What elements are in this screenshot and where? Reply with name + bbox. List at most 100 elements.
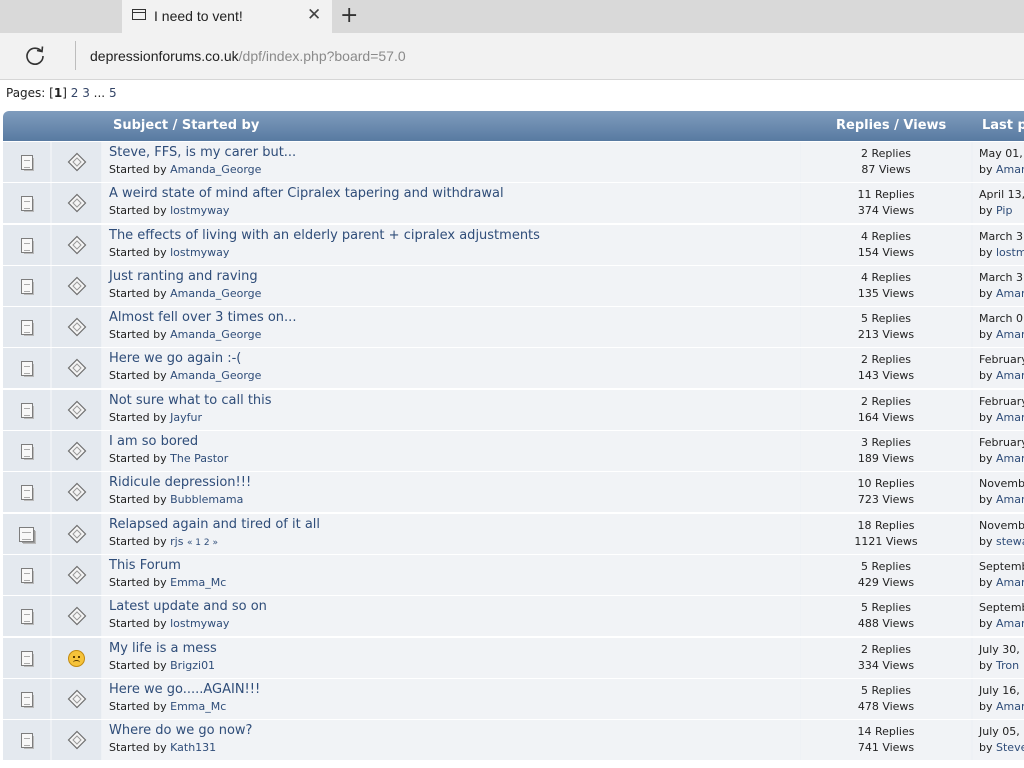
topic-author-link[interactable]: Brigzi01 <box>170 659 215 672</box>
last-post-date[interactable]: July 16, <box>979 684 1020 697</box>
tab-title: I need to vent! <box>154 8 243 24</box>
last-post-date[interactable]: July 30, <box>979 643 1020 656</box>
topic-post-icon-cell <box>52 678 101 719</box>
topic-author-link[interactable]: Amanda_George <box>170 163 261 176</box>
header-replies-views[interactable]: Replies / Views <box>836 118 946 133</box>
started-by-label: Started by <box>109 575 167 589</box>
topic-title-link[interactable]: Almost fell over 3 times on... <box>109 310 296 325</box>
topic-author-link[interactable]: Emma_Mc <box>170 576 226 589</box>
last-post-by: by Tron <box>979 659 1019 672</box>
topic-title-link[interactable]: Steve, FFS, is my carer but... <box>109 145 296 160</box>
last-post-by: by Steve <box>979 741 1024 754</box>
topic-stats-cell: 4 Replies 154 Views <box>801 224 971 265</box>
last-post-date[interactable]: July 05, <box>979 725 1020 738</box>
topic-started-by: Started by Bubblemama <box>109 493 243 506</box>
topic-mini-pages[interactable]: « 1 2 » <box>187 538 218 548</box>
topic-author-link[interactable]: Amanda_George <box>170 287 261 300</box>
topic-title-link[interactable]: Here we go again :-( <box>109 351 241 366</box>
topic-last-post-cell: March 3 by Amar <box>973 265 1024 306</box>
last-post-date[interactable]: May 01, <box>979 147 1023 160</box>
last-post-date[interactable]: Septemb <box>979 601 1024 614</box>
browser-tab[interactable]: I need to vent! ✕ <box>122 0 332 33</box>
close-icon[interactable]: ✕ <box>307 5 321 25</box>
topic-title-link[interactable]: This Forum <box>109 558 181 573</box>
last-post-date[interactable]: March 3 <box>979 271 1023 284</box>
topic-title-link[interactable]: A weird state of mind after Cipralex tap… <box>109 186 504 201</box>
topic-author-link[interactable]: rjs <box>170 535 183 548</box>
topic-title-link[interactable]: My life is a mess <box>109 641 217 656</box>
topic-icon <box>21 485 33 501</box>
last-post-author-link[interactable]: Amar <box>996 411 1024 424</box>
pagination-page[interactable]: 3 <box>82 86 90 100</box>
last-post-date[interactable]: Septemb <box>979 560 1024 573</box>
topic-post-icon-cell <box>52 265 101 306</box>
last-post-date[interactable]: February <box>979 436 1024 449</box>
topic-title-link[interactable]: The effects of living with an elderly pa… <box>109 228 540 243</box>
last-post-author-link[interactable]: Amar <box>996 163 1024 176</box>
last-post-author-link[interactable]: Amar <box>996 452 1024 465</box>
topic-post-icon-cell <box>52 348 101 389</box>
topic-title-link[interactable]: Relapsed again and tired of it all <box>109 517 320 532</box>
last-post-author-link[interactable]: lostm <box>996 246 1024 259</box>
topic-author-link[interactable]: Emma_Mc <box>170 700 226 713</box>
header-last-post[interactable]: Last p <box>982 118 1024 133</box>
last-post-date[interactable]: February <box>979 353 1024 366</box>
topic-author-link[interactable]: Bubblemama <box>170 493 243 506</box>
topic-icon <box>21 320 33 336</box>
topic-title-link[interactable]: Not sure what to call this <box>109 393 272 408</box>
last-post-author-link[interactable]: Pip <box>996 204 1012 217</box>
topic-started-by: Started by lostmyway <box>109 204 229 217</box>
table-header: Subject / Started by Replies / Views Las… <box>3 111 1024 141</box>
last-post-date[interactable]: March 0 <box>979 312 1023 325</box>
table-row: Just ranting and raving Started by Amanda… <box>3 265 1024 306</box>
last-post-author-link[interactable]: Amar <box>996 493 1024 506</box>
topic-author-link[interactable]: The Pastor <box>170 452 228 465</box>
topic-replies: 4 Replies <box>860 270 911 284</box>
last-post-author-link[interactable]: Amar <box>996 576 1024 589</box>
last-post-author-link[interactable]: Steve <box>996 741 1024 754</box>
refresh-icon[interactable] <box>24 45 46 67</box>
topic-post-icon-cell <box>52 472 101 513</box>
last-post-date[interactable]: March 3 <box>979 230 1023 243</box>
last-post-date[interactable]: February <box>979 395 1024 408</box>
topic-title-link[interactable]: Latest update and so on <box>109 599 267 614</box>
topic-author-link[interactable]: Jayfur <box>170 411 202 424</box>
last-post-author-link[interactable]: Tron <box>996 659 1019 672</box>
topic-started-by: Started by Amanda_George <box>109 163 261 176</box>
post-icon <box>67 400 87 420</box>
table-row: Here we go.....AGAIN!!! Started by Emma_M… <box>3 678 1024 719</box>
topic-title-link[interactable]: Where do we go now? <box>109 723 252 738</box>
started-by-label: Started by <box>109 658 167 672</box>
topic-author-link[interactable]: Kath131 <box>170 741 216 754</box>
topic-title-link[interactable]: Here we go.....AGAIN!!! <box>109 682 260 697</box>
last-post-author-link[interactable]: Amar <box>996 617 1024 630</box>
started-by-label: Started by <box>109 617 167 631</box>
last-post-date[interactable]: Novemb <box>979 519 1024 532</box>
last-post-author-link[interactable]: Amar <box>996 287 1024 300</box>
last-post-author-link[interactable]: Amar <box>996 369 1024 382</box>
topic-post-icon-cell <box>52 554 101 595</box>
topic-title-link[interactable]: Just ranting and raving <box>109 269 258 284</box>
topic-author-link[interactable]: lostmyway <box>170 246 229 259</box>
topic-last-post-cell: March 3 by lostm <box>973 224 1024 265</box>
topic-stats-cell: 10 Replies 723 Views <box>801 472 971 513</box>
last-post-date[interactable]: Novemb <box>979 477 1024 490</box>
last-post-author-link[interactable]: stewa <box>996 535 1024 548</box>
pagination-page-last[interactable]: 5 <box>109 86 117 100</box>
topic-author-link[interactable]: lostmyway <box>170 204 229 217</box>
last-post-author-link[interactable]: Amar <box>996 700 1024 713</box>
pagination-page[interactable]: 2 <box>71 86 79 100</box>
url-field[interactable]: depressionforums.co.uk/dpf/index.php?boa… <box>90 48 406 64</box>
topic-title-link[interactable]: I am so bored <box>109 434 198 449</box>
topic-author-link[interactable]: Amanda_George <box>170 369 261 382</box>
topic-replies: 5 Replies <box>860 559 911 573</box>
topic-title-link[interactable]: Ridicule depression!!! <box>109 475 251 490</box>
topic-replies: 2 Replies <box>860 394 911 408</box>
last-post-author-link[interactable]: Amar <box>996 328 1024 341</box>
topic-author-link[interactable]: lostmyway <box>170 617 229 630</box>
header-subject[interactable]: Subject / Started by <box>113 118 259 133</box>
started-by-label: Started by <box>109 741 167 755</box>
last-post-date[interactable]: April 13, <box>979 188 1024 201</box>
topic-author-link[interactable]: Amanda_George <box>170 328 261 341</box>
new-tab-button[interactable]: + <box>340 2 358 30</box>
